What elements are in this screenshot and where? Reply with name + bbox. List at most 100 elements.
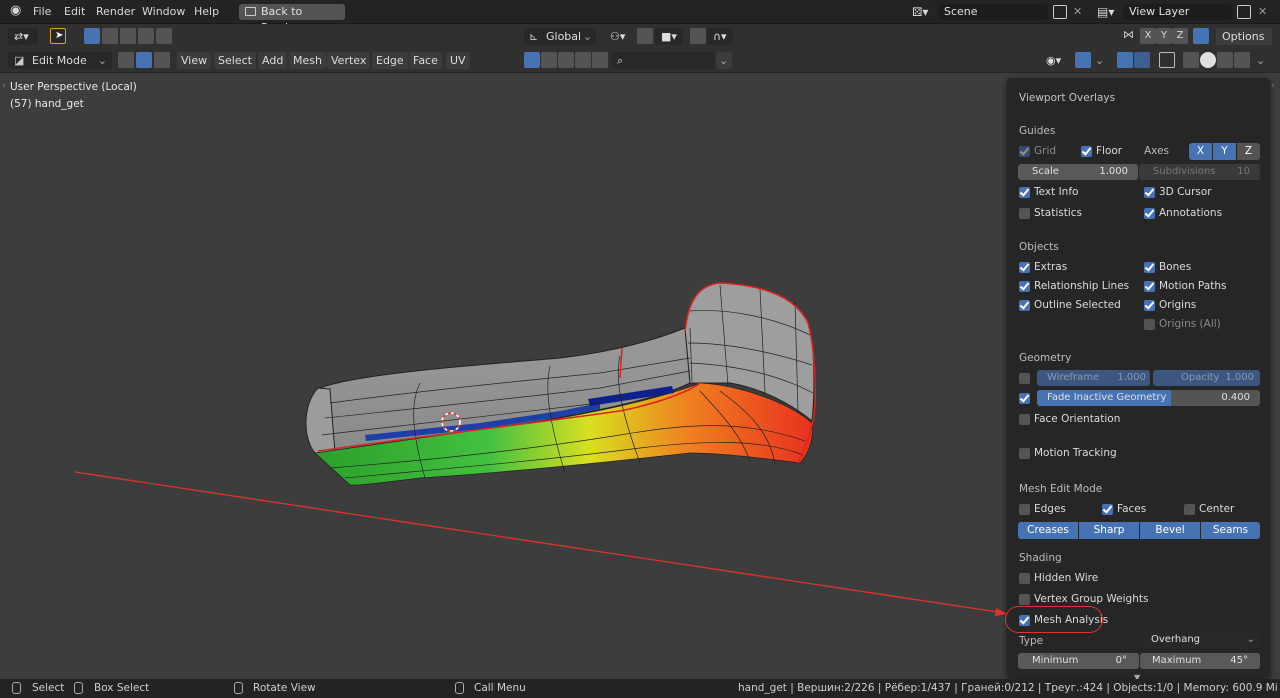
edges-checkbox[interactable] — [1019, 504, 1030, 515]
menu-face[interactable]: Face — [409, 52, 442, 69]
snap-icon[interactable] — [637, 28, 653, 44]
axis-z-toggle[interactable]: Z — [1237, 143, 1260, 160]
new-scene-icon[interactable] — [1053, 5, 1067, 19]
menu-add[interactable]: Add — [258, 52, 288, 69]
mirror-z-toggle[interactable]: Z — [1172, 28, 1188, 44]
select-tool-icon[interactable]: ➤ — [50, 28, 66, 44]
outline-selected-checkbox[interactable] — [1019, 300, 1030, 311]
face-select-icon[interactable] — [154, 52, 170, 68]
snap-target-dropdown[interactable]: ■▾ — [655, 28, 683, 45]
motion-paths-checkbox[interactable] — [1144, 281, 1155, 292]
menu-render[interactable]: Render — [96, 4, 135, 20]
select-less-icon[interactable] — [575, 52, 591, 68]
fade-inactive-slider[interactable]: Fade Inactive Geometry 0.400 — [1037, 390, 1260, 406]
mirror-x-toggle[interactable]: X — [1140, 28, 1156, 44]
menu-uv[interactable]: UV — [446, 52, 470, 69]
overlays-toggle-icon[interactable] — [1117, 52, 1133, 68]
select-more-icon[interactable] — [558, 52, 574, 68]
minimum-field[interactable]: Minimum 0° — [1018, 653, 1139, 669]
view-layer-icon[interactable]: ▤▾ — [1097, 4, 1114, 20]
new-view-layer-icon[interactable] — [1237, 5, 1251, 19]
floor-checkbox[interactable] — [1081, 146, 1092, 157]
select-mode-invert-icon[interactable] — [138, 28, 154, 44]
text-info-checkbox[interactable] — [1019, 187, 1030, 198]
shading-material-icon[interactable] — [1217, 52, 1233, 68]
proportional-editing-icon[interactable] — [690, 28, 706, 44]
proportional-falloff-icon[interactable]: ∩▾ — [707, 28, 733, 45]
select-mode-extend-icon[interactable] — [102, 28, 118, 44]
menu-edit[interactable]: Edit — [64, 4, 85, 20]
type-dropdown[interactable]: Overhang ⌄ — [1143, 632, 1260, 648]
subdivisions-field[interactable]: Subdivisions 10 — [1139, 164, 1260, 180]
extras-checkbox[interactable] — [1019, 262, 1030, 273]
menu-select[interactable]: Select — [214, 52, 256, 69]
bones-checkbox[interactable] — [1144, 262, 1155, 273]
3d-cursor-checkbox[interactable] — [1144, 187, 1155, 198]
close-scene-icon[interactable]: ✕ — [1073, 4, 1082, 20]
wireframe-checkbox[interactable] — [1019, 373, 1030, 384]
scene-field[interactable]: Scene — [938, 4, 1048, 20]
menu-mesh[interactable]: Mesh — [289, 52, 326, 69]
menu-window[interactable]: Window — [142, 4, 185, 20]
shading-solid-icon[interactable] — [1200, 52, 1216, 68]
auto-merge-icon[interactable] — [1193, 28, 1209, 44]
menu-help[interactable]: Help — [194, 4, 219, 20]
menu-file[interactable]: File — [33, 4, 51, 20]
select-mode-subtract-icon[interactable] — [120, 28, 136, 44]
shading-options-icon[interactable]: ⌄ — [1253, 52, 1269, 69]
origins-checkbox[interactable] — [1144, 300, 1155, 311]
hidden-wire-checkbox[interactable] — [1019, 573, 1030, 584]
select-all-icon[interactable] — [541, 52, 557, 68]
back-to-previous-button[interactable]: Back to Previous — [239, 4, 345, 34]
edge-select-icon[interactable] — [136, 52, 152, 68]
axis-y-toggle[interactable]: Y — [1213, 143, 1236, 160]
faces-checkbox[interactable] — [1102, 504, 1113, 515]
seams-toggle[interactable]: Seams — [1201, 522, 1260, 539]
scale-field[interactable]: Scale 1.000 — [1018, 164, 1138, 180]
scene-icon[interactable]: ⚄▾ — [912, 4, 928, 20]
transform-orientation-dropdown[interactable]: ⊾ Global ⌄ — [524, 28, 596, 45]
maximum-field[interactable]: Maximum 45° — [1140, 653, 1260, 669]
gizmo-toggle-icon[interactable] — [1075, 52, 1091, 68]
origins-all-checkbox[interactable] — [1144, 319, 1155, 330]
center-checkbox[interactable] — [1184, 504, 1195, 515]
fade-inactive-checkbox[interactable] — [1019, 393, 1030, 404]
creases-toggle[interactable]: Creases — [1018, 522, 1078, 539]
statistics-checkbox[interactable] — [1019, 208, 1030, 219]
overlays-dropdown-icon[interactable] — [1134, 52, 1150, 68]
xray-toggle-icon[interactable] — [1159, 52, 1175, 68]
wireframe-slider[interactable]: Wireframe 1.000 — [1037, 370, 1150, 386]
select-linked-icon[interactable] — [592, 52, 608, 68]
mode-dropdown[interactable]: ◪ Edit Mode ⌄ — [8, 52, 112, 69]
blender-logo-icon[interactable]: ◉ — [10, 3, 21, 19]
close-view-layer-icon[interactable]: ✕ — [1258, 4, 1267, 20]
face-orientation-checkbox[interactable] — [1019, 414, 1030, 425]
shading-wireframe-icon[interactable] — [1183, 52, 1199, 68]
menu-vertex[interactable]: Vertex — [327, 52, 371, 69]
vertex-group-weights-checkbox[interactable] — [1019, 594, 1030, 605]
shading-rendered-icon[interactable] — [1234, 52, 1250, 68]
mirror-icon[interactable]: ⋈ — [1123, 28, 1135, 44]
vertex-select-icon[interactable] — [118, 52, 134, 68]
motion-tracking-checkbox[interactable] — [1019, 448, 1030, 459]
gizmo-options-icon[interactable]: ⌄ — [1092, 52, 1108, 69]
menu-view[interactable]: View — [177, 52, 212, 69]
select-mode-new-icon[interactable] — [84, 28, 100, 44]
annotations-checkbox[interactable] — [1144, 208, 1155, 219]
axis-x-toggle[interactable]: X — [1189, 143, 1212, 160]
select-mode-intersect-icon[interactable] — [156, 28, 172, 44]
mirror-y-toggle[interactable]: Y — [1156, 28, 1172, 44]
xray-icon[interactable] — [524, 52, 540, 68]
bevel-toggle[interactable]: Bevel — [1140, 522, 1200, 539]
editor-type-icon[interactable]: ⇄▾ — [8, 28, 38, 45]
visibility-icon[interactable]: ◉▾ — [1040, 52, 1070, 69]
relationship-lines-checkbox[interactable] — [1019, 281, 1030, 292]
search-input[interactable]: ⌕ — [611, 52, 715, 69]
sharp-toggle[interactable]: Sharp — [1079, 522, 1139, 539]
view-layer-field[interactable]: View Layer — [1123, 4, 1233, 20]
opacity-slider[interactable]: Opacity 1.000 — [1153, 370, 1260, 386]
grid-checkbox[interactable] — [1019, 146, 1030, 157]
pivot-point-icon[interactable]: ⚇▾ — [604, 28, 632, 45]
menu-edge[interactable]: Edge — [372, 52, 408, 69]
search-options-icon[interactable]: ⌄ — [716, 52, 732, 69]
